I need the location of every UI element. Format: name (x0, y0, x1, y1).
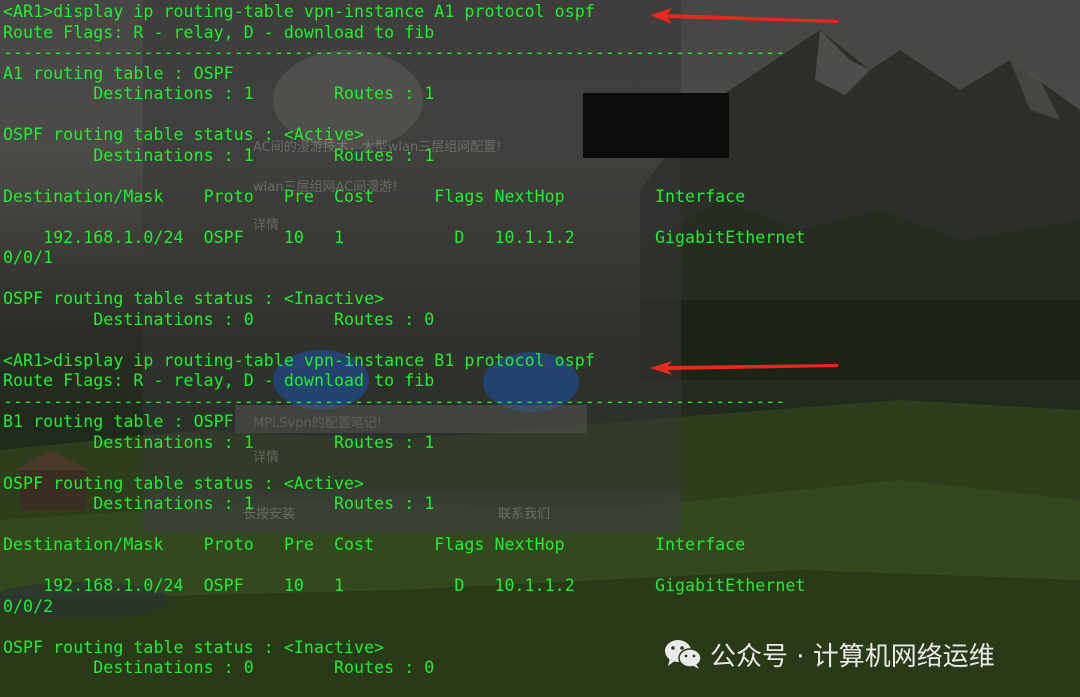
ghost-dark-thumbnail (583, 93, 729, 158)
terminal-line: Destinations : 0 Routes : 0 (3, 309, 435, 329)
terminal-line: B1 routing table : OSPF (3, 412, 234, 431)
terminal-line: Route Flags: R - relay, D - download to … (3, 22, 435, 42)
terminal-line: Destinations : 0 Routes : 0 (3, 658, 435, 677)
watermark-text: 公众号 · 计算机网络运维 (710, 641, 995, 672)
terminal-line: Route Flags: R - relay, D - download to … (3, 371, 435, 390)
terminal-line: Destinations : 1 Routes : 1 (3, 145, 435, 165)
terminal-line: ----------------------------------------… (3, 43, 786, 62)
terminal-line: Destinations : 1 Routes : 1 (3, 84, 435, 103)
red-arrow-annotation (650, 361, 838, 375)
terminal-line: A1 routing table : OSPF (3, 63, 234, 83)
terminal-line: Destination/Mask Proto Pre Cost Flags Ne… (3, 186, 746, 206)
terminal-line: 0/0/1 (3, 248, 54, 267)
terminal-line: OSPF routing table status : <Active> (3, 473, 365, 493)
terminal-line: 192.168.1.0/24 OSPF 10 1 D 10.1.1.2 Giga… (3, 576, 806, 595)
terminal-line: OSPF routing table status : <Active> (3, 125, 365, 144)
terminal-line: 0/0/2 (3, 596, 54, 616)
terminal-line: OSPF routing table status : <Inactive> (3, 637, 385, 657)
terminal-line: ----------------------------------------… (3, 391, 786, 411)
wechat-icon (665, 640, 702, 669)
red-arrow-annotation (650, 8, 838, 24)
ghost-footer-right: 联系我们 (498, 507, 551, 522)
terminal-line: 192.168.1.0/24 OSPF 10 1 D 10.1.1.2 Giga… (3, 227, 806, 247)
terminal-line: <AR1>display ip routing-table vpn-instan… (3, 2, 595, 21)
wechat-watermark: 公众号 · 计算机网络运维 (664, 636, 995, 672)
terminal-line: Destinations : 1 Routes : 1 (3, 432, 435, 452)
terminal-line: <AR1>display ip routing-table vpn-instan… (3, 350, 595, 370)
terminal-line: Destination/Mask Proto Pre Cost Flags Ne… (3, 535, 746, 554)
terminal-line: OSPF routing table status : <Inactive> (3, 289, 385, 308)
terminal-line: Destinations : 1 Routes : 1 (3, 494, 435, 513)
